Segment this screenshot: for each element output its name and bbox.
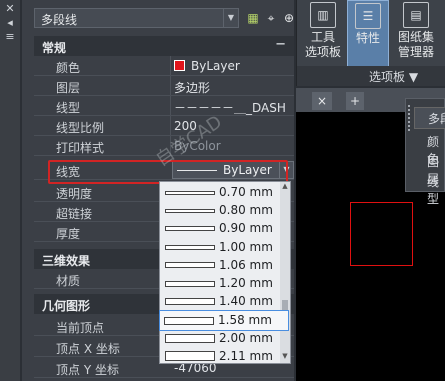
- lineweight-sample: [165, 333, 215, 343]
- lineweight-dropdown-list[interactable]: ▲ ▼ 0.70 mm 0.80 mm 0.90 mm 1.00 mm 1.06 mm 1…: [159, 181, 291, 364]
- prop-label: 透明度: [56, 187, 93, 201]
- section-title: 几何图形: [42, 299, 91, 313]
- ribbon-panel: ▥ 工具 选项板 ☰ 特性 ▤ 图纸集 管理器 选项板 ▼: [296, 0, 445, 86]
- lineweight-option-label: 1.58 mm: [218, 313, 272, 328]
- properties-toolbar: 多段线 ▼ ▦ ⌖ ⊕: [22, 0, 294, 34]
- prop-row-linetype-scale[interactable]: 线型比例 200: [34, 116, 294, 136]
- chevron-down-icon: ▼: [223, 9, 238, 27]
- prop-label: 超链接: [56, 207, 93, 221]
- prop-label: 线型: [56, 101, 81, 115]
- lineweight-option[interactable]: 1.20 mm: [161, 274, 279, 293]
- lineweight-option-label: 0.70 mm: [219, 185, 273, 199]
- floating-properties-panel: 多段 颜色 图层 线型: [405, 98, 445, 206]
- lineweight-option[interactable]: 1.40 mm: [161, 292, 279, 311]
- lineweight-option-label: 1.20 mm: [219, 276, 273, 290]
- lineweight-option[interactable]: 0.80 mm: [161, 201, 279, 220]
- prop-label: 图层: [56, 81, 81, 95]
- select-objects-icon[interactable]: ⌖: [262, 9, 280, 27]
- lineweight-option[interactable]: 2.11 mm: [161, 347, 279, 366]
- prop-label: 材质: [56, 274, 81, 288]
- prop-label: 当前顶点: [56, 321, 105, 335]
- tool-palettes-icon: ▥: [310, 2, 336, 28]
- scroll-down-icon[interactable]: ▼: [280, 352, 290, 360]
- lineweight-option[interactable]: 2.00 mm: [161, 329, 279, 348]
- section-general[interactable]: 常规 −: [34, 36, 294, 56]
- sheet-set-icon: ▤: [403, 2, 429, 28]
- lineweight-sample: [165, 280, 215, 287]
- prop-label: 顶点 Y 坐标: [56, 363, 119, 377]
- prop-row-color[interactable]: 颜色 ByLayer: [34, 56, 294, 76]
- properties-icon: ☰: [355, 3, 381, 29]
- floating-object-select[interactable]: 多段: [414, 107, 445, 129]
- sheet-set-label: 图纸集 管理器: [397, 30, 434, 59]
- lineweight-option[interactable]: 1.00 mm: [161, 238, 279, 257]
- object-type-value: 多段线: [41, 13, 78, 27]
- scroll-up-icon[interactable]: ▲: [280, 182, 290, 190]
- prop-value: 多边形: [174, 81, 211, 95]
- lineweight-option[interactable]: 0.70 mm: [161, 183, 279, 202]
- lineweight-option[interactable]: 0.90 mm: [161, 219, 279, 238]
- lineweight-option-label: 1.00 mm: [219, 239, 273, 254]
- collapse-icon[interactable]: −: [275, 37, 286, 52]
- object-type-select[interactable]: 多段线 ▼: [34, 8, 239, 28]
- lineweight-sample: [164, 316, 214, 325]
- lineweight-sample: [165, 226, 215, 232]
- palette-title-strip: ✕ ◂ ≡: [0, 0, 20, 381]
- lineweight-option-label: 0.90 mm: [219, 221, 273, 236]
- close-icon[interactable]: ✕: [3, 2, 17, 16]
- lineweight-option-label: 0.80 mm: [219, 203, 273, 218]
- lineweight-sample: [165, 298, 215, 306]
- prop-label: 顶点 X 坐标: [56, 342, 120, 356]
- lineweight-sample: [165, 208, 215, 213]
- quick-select-icon[interactable]: ▦: [244, 9, 262, 27]
- tool-palettes-label: 工具 选项板: [304, 30, 341, 59]
- lineweight-option-label: 2.00 mm: [219, 330, 273, 345]
- lineweight-option[interactable]: 1.58 mm: [159, 310, 289, 332]
- color-swatch-icon: [174, 60, 185, 71]
- divider: [170, 96, 171, 115]
- scrollbar[interactable]: ▲ ▼: [280, 182, 290, 363]
- lineweight-option-label: 1.40 mm: [219, 294, 273, 309]
- divider: [170, 116, 171, 135]
- divider: [170, 56, 171, 75]
- tool-palettes-button[interactable]: ▥ 工具 选项板: [301, 0, 345, 66]
- lineweight-sample: [165, 351, 215, 362]
- prop-label: 打印样式: [56, 141, 105, 155]
- prop-label: 线型比例: [56, 121, 105, 135]
- polyline-rectangle[interactable]: [350, 202, 413, 266]
- lineweight-option-label: 1.06 mm: [219, 257, 273, 272]
- lineweight-sample: [165, 244, 215, 250]
- close-tab-icon[interactable]: ×: [312, 92, 332, 110]
- lineweight-option[interactable]: 1.06 mm: [161, 256, 279, 275]
- section-title: 三维效果: [42, 254, 91, 268]
- menu-icon[interactable]: ≡: [3, 30, 17, 44]
- pin-icon[interactable]: ◂: [3, 16, 17, 30]
- prop-value: ByLayer: [191, 59, 240, 73]
- lineweight-option-label: 2.11 mm: [219, 348, 273, 363]
- new-tab-icon[interactable]: +: [346, 92, 364, 110]
- prop-label: 颜色: [56, 61, 81, 75]
- lineweight-sample: [165, 262, 215, 269]
- divider: [170, 76, 171, 95]
- floating-row-label: 线型: [427, 175, 440, 206]
- sheet-set-manager-button[interactable]: ▤ 图纸集 管理器: [391, 0, 441, 66]
- ribbon-group-label: 选项板 ▼: [369, 70, 419, 84]
- prop-label: 厚度: [56, 227, 81, 241]
- ribbon-group-footer[interactable]: 选项板 ▼: [297, 66, 445, 86]
- lineweight-sample: [165, 190, 215, 195]
- floating-select-value: 多段: [428, 112, 445, 126]
- properties-button[interactable]: ☰ 特性: [347, 0, 389, 68]
- properties-label: 特性: [355, 31, 380, 45]
- section-title: 常规: [42, 41, 67, 55]
